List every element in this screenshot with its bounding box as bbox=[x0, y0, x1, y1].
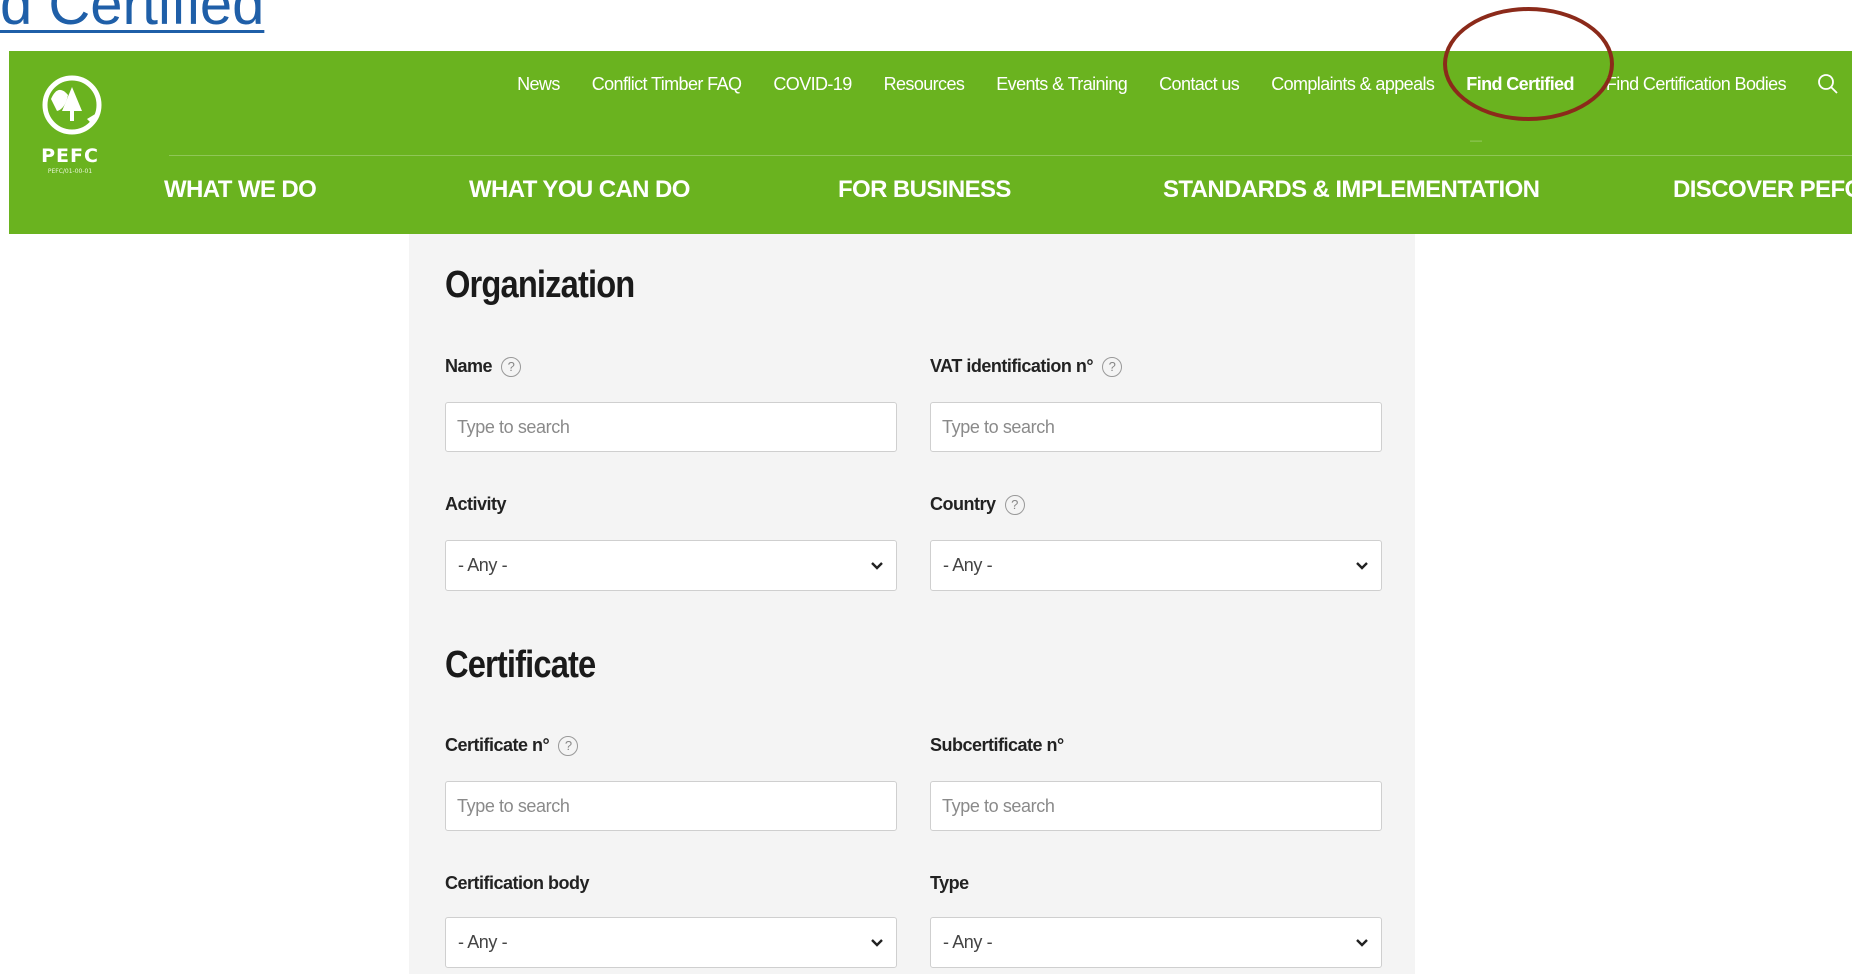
name-label-text: Name bbox=[445, 356, 493, 376]
help-icon[interactable]: ? bbox=[1004, 494, 1025, 515]
section-title-certificate: Certificate bbox=[445, 644, 596, 686]
site-header: PEFC PEFC/01-00-01 News Conflict Timber … bbox=[9, 51, 1852, 234]
certification-body-select[interactable]: - Any - bbox=[445, 917, 897, 968]
country-label-text: Country bbox=[930, 494, 996, 514]
search-icon[interactable] bbox=[1816, 72, 1840, 96]
country-select[interactable]: - Any - bbox=[930, 540, 1382, 591]
nav-marker: — bbox=[1470, 133, 1482, 147]
country-select-value: - Any - bbox=[943, 555, 993, 575]
certification-body-label: Certification body bbox=[445, 873, 590, 894]
top-nav-complaints-appeals[interactable]: Complaints & appeals bbox=[1255, 74, 1450, 95]
subcertificate-input[interactable] bbox=[930, 781, 1382, 831]
help-icon[interactable]: ? bbox=[1102, 356, 1123, 377]
help-icon[interactable]: ? bbox=[501, 356, 522, 377]
chevron-down-icon bbox=[871, 939, 883, 947]
vat-label: VAT identification n° ? bbox=[930, 356, 1123, 377]
main-nav-discover-pefc[interactable]: DISCOVER PEFC bbox=[1673, 176, 1852, 204]
help-icon[interactable]: ? bbox=[558, 735, 579, 756]
type-select[interactable]: - Any - bbox=[930, 917, 1382, 968]
activity-select-value: - Any - bbox=[458, 555, 508, 575]
type-label: Type bbox=[930, 873, 969, 894]
certificate-number-input[interactable] bbox=[445, 781, 897, 831]
main-nav-what-you-can-do[interactable]: WHAT YOU CAN DO bbox=[469, 176, 690, 204]
logo-wordmark: PEFC bbox=[41, 145, 99, 167]
name-input[interactable] bbox=[445, 402, 897, 452]
main-nav: WHAT WE DO WHAT YOU CAN DO FOR BUSINESS … bbox=[9, 176, 1852, 216]
certificate-number-label: Certificate n° ? bbox=[445, 735, 579, 756]
certification-body-select-value: - Any - bbox=[458, 932, 508, 952]
country-label: Country ? bbox=[930, 494, 1025, 515]
top-nav-contact-us[interactable]: Contact us bbox=[1143, 74, 1255, 95]
top-nav-events-training[interactable]: Events & Training bbox=[980, 74, 1143, 95]
chevron-down-icon bbox=[1356, 939, 1368, 947]
activity-label-text: Activity bbox=[445, 494, 507, 514]
top-nav-find-certified[interactable]: Find Certified bbox=[1450, 74, 1590, 95]
main-nav-standards-implementation[interactable]: STANDARDS & IMPLEMENTATION bbox=[1163, 176, 1540, 204]
top-nav: News Conflict Timber FAQ COVID-19 Resour… bbox=[501, 69, 1852, 99]
search-form-panel: Organization Name ? VAT identification n… bbox=[409, 234, 1415, 974]
top-nav-resources[interactable]: Resources bbox=[868, 74, 981, 95]
vat-input[interactable] bbox=[930, 402, 1382, 452]
logo-subtext: PEFC/01-00-01 bbox=[47, 168, 93, 175]
vat-label-text: VAT identification n° bbox=[930, 356, 1094, 376]
certification-body-label-text: Certification body bbox=[445, 873, 590, 893]
slide-title: d Certified bbox=[0, 0, 265, 37]
main-nav-for-business[interactable]: FOR BUSINESS bbox=[838, 176, 1011, 204]
top-nav-covid-19[interactable]: COVID-19 bbox=[757, 74, 867, 95]
section-title-organization: Organization bbox=[445, 264, 635, 306]
type-label-text: Type bbox=[930, 873, 969, 893]
top-nav-find-certification-bodies[interactable]: Find Certification Bodies bbox=[1590, 74, 1802, 95]
top-nav-conflict-timber-faq[interactable]: Conflict Timber FAQ bbox=[576, 74, 758, 95]
activity-label: Activity bbox=[445, 494, 507, 515]
header-divider bbox=[169, 155, 1852, 156]
chevron-down-icon bbox=[1356, 562, 1368, 570]
top-nav-news[interactable]: News bbox=[501, 74, 576, 95]
type-select-value: - Any - bbox=[943, 932, 993, 952]
main-nav-what-we-do[interactable]: WHAT WE DO bbox=[164, 176, 317, 204]
subcertificate-label: Subcertificate n° bbox=[930, 735, 1064, 756]
subcertificate-label-text: Subcertificate n° bbox=[930, 735, 1064, 755]
chevron-down-icon bbox=[871, 562, 883, 570]
activity-select[interactable]: - Any - bbox=[445, 540, 897, 591]
certificate-number-label-text: Certificate n° bbox=[445, 735, 550, 755]
name-label: Name ? bbox=[445, 356, 522, 377]
